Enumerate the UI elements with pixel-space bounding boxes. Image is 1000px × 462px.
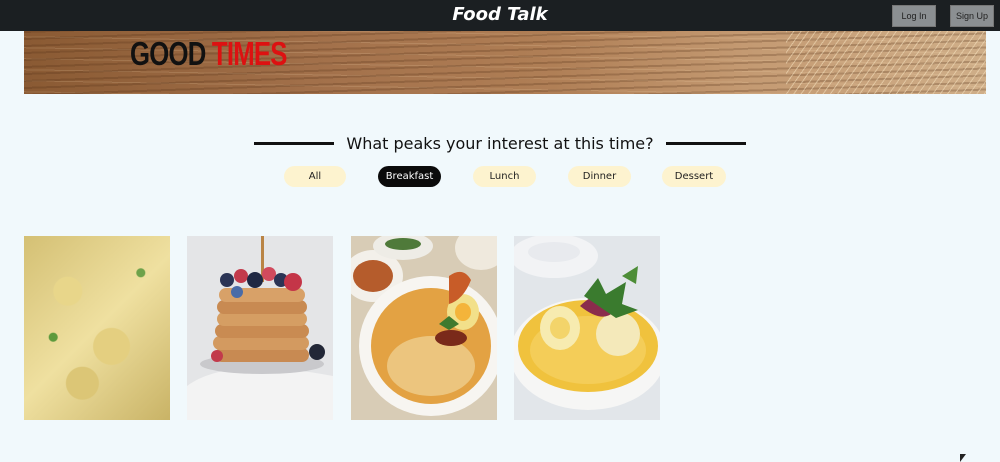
filter-dinner[interactable]: Dinner [568, 166, 631, 187]
wheat-decoration [786, 31, 986, 94]
recipe-card-pancakes[interactable] [187, 236, 333, 420]
signup-button[interactable]: Sign Up [950, 5, 994, 27]
hero-banner: GOOD TIMES [24, 31, 986, 94]
banner-title-times: TIMES [211, 35, 288, 72]
banner-title: GOOD TIMES [130, 37, 287, 71]
interest-prompt: What peaks your interest at this time? [346, 133, 654, 153]
heading-rule-left [254, 141, 335, 145]
login-button[interactable]: Log In [892, 5, 936, 27]
section-heading: What peaks your interest at this time? [0, 132, 1000, 154]
category-filters: All Breakfast Lunch Dinner Dessert [0, 166, 1000, 188]
recipe-card-noodle-soup[interactable] [351, 236, 497, 420]
mouse-cursor [960, 454, 966, 462]
site-brand[interactable]: Food Talk [0, 4, 1000, 25]
egg-curry-icon [514, 236, 660, 420]
banner-title-good: GOOD [130, 35, 206, 72]
noodle-soup-icon [351, 236, 497, 420]
heading-rule-right [665, 141, 746, 145]
pancake-stack-icon [187, 236, 333, 420]
top-navbar: Food Talk Log In Sign Up [0, 0, 1000, 31]
filter-lunch[interactable]: Lunch [473, 166, 536, 187]
filter-dessert[interactable]: Dessert [662, 166, 726, 187]
recipe-card-scrambled-eggs[interactable] [24, 236, 170, 420]
recipe-card-egg-curry[interactable] [514, 236, 660, 420]
filter-all[interactable]: All [284, 166, 346, 187]
filter-breakfast[interactable]: Breakfast [378, 166, 441, 187]
